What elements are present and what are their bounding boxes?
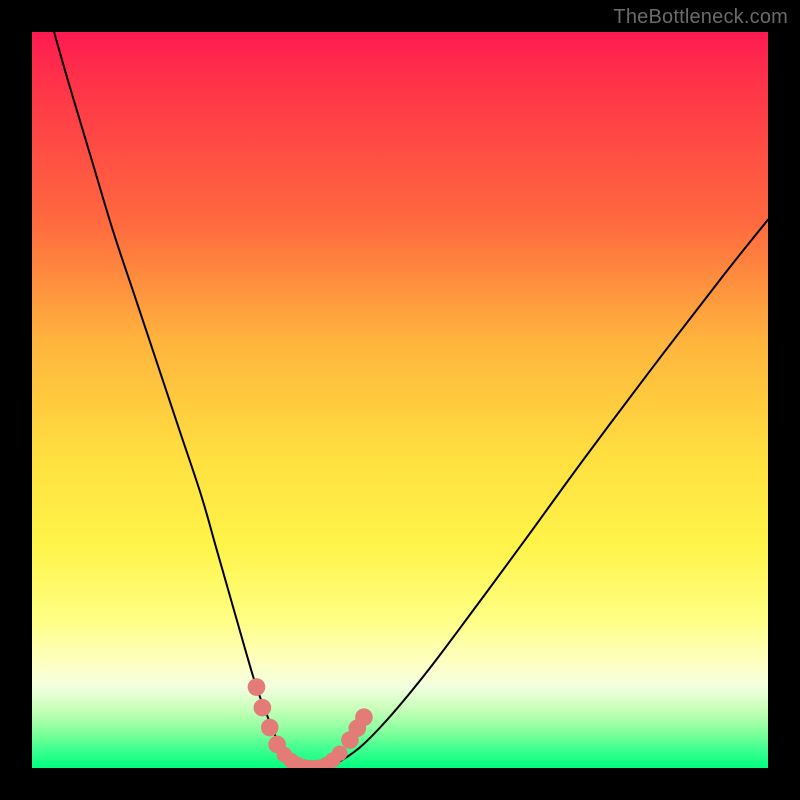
watermark-text: TheBottleneck.com: [613, 6, 788, 29]
curve-layer: [32, 32, 768, 768]
curve-marker: [355, 708, 373, 726]
bottleneck-curve: [54, 32, 768, 768]
plot-area: [32, 32, 768, 768]
chart-frame: TheBottleneck.com: [0, 0, 800, 800]
curve-marker: [254, 699, 272, 717]
curve-markers: [248, 678, 373, 768]
curve-marker: [332, 745, 348, 761]
curve-marker: [248, 678, 266, 696]
curve-marker: [261, 719, 279, 737]
